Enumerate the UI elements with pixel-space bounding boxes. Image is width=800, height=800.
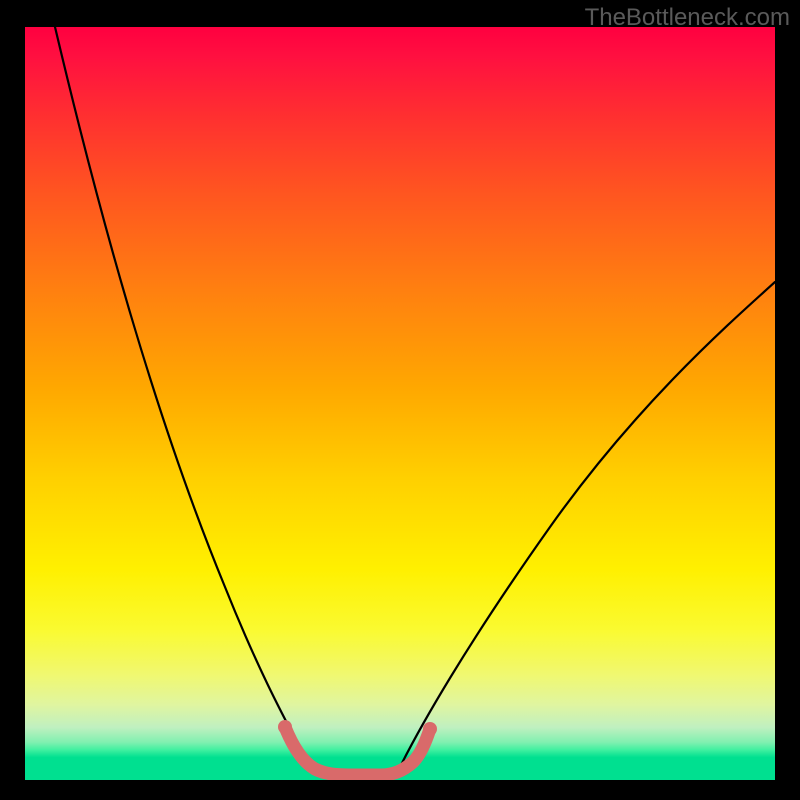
right-curve — [400, 282, 775, 767]
watermark-label: TheBottleneck.com — [585, 4, 790, 32]
left-curve — [55, 27, 310, 767]
chart-curves — [25, 27, 775, 780]
basin-dot-left — [278, 720, 292, 734]
basin-dot-right — [423, 722, 437, 736]
